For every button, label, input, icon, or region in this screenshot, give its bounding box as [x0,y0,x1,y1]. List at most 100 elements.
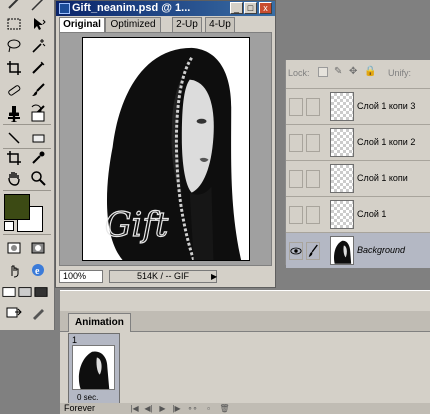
zoom-icon[interactable] [28,168,48,188]
info-menu-arrow-icon[interactable]: ▶ [211,270,225,283]
layer-visibility-toggle[interactable] [289,206,303,224]
layer-thumbnail [330,128,354,157]
layer-thumbnail-background [330,236,354,265]
lasso-tool-icon[interactable] [4,36,24,56]
tab-optimized[interactable]: Optimized [105,17,161,32]
close-button[interactable]: x [259,2,272,14]
layers-panel: Lock: ✎ ✥ 🔒 Unify: Слой 1 копи 3 Слой 1 … [285,60,430,268]
line-tool-icon[interactable] [4,128,24,148]
layer-row[interactable]: Слой 1 копи 3 [286,88,430,124]
standard-mode-icon[interactable] [4,238,24,258]
layer-row[interactable]: Слой 1 копи [286,160,430,196]
canvas-area[interactable]: Gift [59,32,272,266]
animation-panel: Animation 1 0 sec. Forever |◀ ◀| ▶ |▶ ∘∘… [60,290,430,414]
feather-icon [28,0,48,14]
jump-to-imageready-icon[interactable] [4,302,24,322]
layer-thumbnail [330,200,354,229]
document-window: Gift_neanim.psd @ 1... _ □ x Original Op… [55,0,276,288]
layer-row-background[interactable]: Background [286,232,430,268]
minimize-button[interactable]: _ [230,2,243,14]
layer-link-toggle[interactable] [306,134,320,152]
standard-screen-mode-icon[interactable] [2,282,16,302]
slice-tool-icon[interactable] [28,58,48,78]
move-tool-icon[interactable] [28,14,48,34]
layer-link-toggle[interactable] [306,170,320,188]
tab-4-up[interactable]: 4-Up [205,17,235,32]
photoshop-document-icon [59,3,70,14]
layer-name: Background [357,245,406,255]
layer-row[interactable]: Слой 1 [286,196,430,232]
toolbox-header-icon [4,0,24,14]
lock-image-icon[interactable]: ✎ [334,66,342,77]
magic-wand-tool-icon[interactable] [28,36,48,56]
layer-visibility-toggle[interactable] [289,98,303,116]
layer-thumbnail [330,92,354,121]
layer-name: Слой 1 копи 3 [357,101,416,111]
crop-alt-tool-icon[interactable] [4,148,24,168]
type-tool-icon[interactable]: T [4,106,24,126]
eye-icon [290,247,302,255]
marquee-tool-icon[interactable] [4,14,24,34]
delete-frame-button[interactable]: 🗑 [218,403,231,414]
layer-link-toggle[interactable] [306,98,320,116]
toolbox: T e [0,0,55,330]
document-image[interactable]: Gift [82,37,250,261]
layer-visibility-toggle[interactable] [289,170,303,188]
pencil-tool-icon[interactable] [28,128,48,148]
layer-link-toggle[interactable] [306,206,320,224]
zoom-level-field[interactable]: 100% [59,270,103,283]
browser-preview-icon[interactable]: e [28,260,48,280]
lock-transparency-icon[interactable] [318,67,328,77]
frame-delay[interactable]: 0 sec. [77,393,98,402]
layer-visibility-toggle[interactable] [289,242,303,260]
frame-thumbnail [72,345,115,390]
maximize-button[interactable]: □ [244,2,257,14]
tween-button[interactable]: ∘∘ [186,403,199,414]
animation-controls: Forever |◀ ◀| ▶ |▶ ∘∘ ▫ 🗑 [60,403,430,414]
default-colors-icon[interactable] [4,221,14,231]
tab-2-up[interactable]: 2-Up [172,17,202,32]
layer-name: Слой 1 копи 2 [357,137,416,147]
layer-name: Слой 1 [357,209,387,219]
healing-brush-tool-icon[interactable] [4,80,24,100]
layer-brush-indicator[interactable] [306,242,320,260]
full-screen-mode-icon[interactable] [34,282,48,302]
lock-position-icon[interactable]: ✥ [349,66,357,77]
animation-frame[interactable]: 1 0 sec. [68,333,120,405]
hand-pointer-icon[interactable] [4,260,24,280]
gift-text-overlay: Gift [105,205,169,244]
brush-tool-icon[interactable] [28,80,48,100]
lock-label: Lock: [288,68,310,78]
layer-thumbnail [330,164,354,193]
tab-original[interactable]: Original [59,17,105,32]
foreground-color-swatch[interactable] [4,194,30,220]
paintbrush-icon [308,244,318,257]
unify-label: Unify: [388,68,412,78]
crop-tool-icon[interactable] [4,58,24,78]
document-title: Gift_neanim.psd @ 1... [72,2,191,14]
animation-tabbar: Animation [60,311,430,332]
layer-name: Слой 1 копи [357,173,408,183]
lock-all-icon[interactable]: 🔒 [364,66,376,77]
previous-frame-button[interactable]: ◀| [142,403,155,414]
play-button[interactable]: ▶ [156,403,169,414]
hand-icon[interactable] [4,168,24,188]
tab-animation[interactable]: Animation [68,313,131,332]
first-frame-button[interactable]: |◀ [128,403,141,414]
eyedropper-icon[interactable] [28,148,48,168]
full-screen-menu-mode-icon[interactable] [18,282,32,302]
frame-number: 1 [72,335,78,345]
next-frame-button[interactable]: |▶ [170,403,183,414]
quick-mask-mode-icon[interactable] [28,238,48,258]
layer-row[interactable]: Слой 1 копи 2 [286,124,430,160]
layers-lock-row: Lock: ✎ ✥ 🔒 Unify: [286,60,430,88]
layer-visibility-toggle[interactable] [289,134,303,152]
loop-options-select[interactable]: Forever [64,403,122,414]
document-statusbar: 100% 514K / -- GIF ▶ [59,269,272,285]
duplicate-frame-button[interactable]: ▫ [202,403,215,414]
rectangle-shape-tool-icon[interactable] [28,106,48,126]
svg-text:e: e [35,266,40,277]
file-size-info: 514K / -- GIF [109,270,217,283]
pen-icon[interactable] [28,302,48,322]
svg-text:T: T [9,110,19,124]
